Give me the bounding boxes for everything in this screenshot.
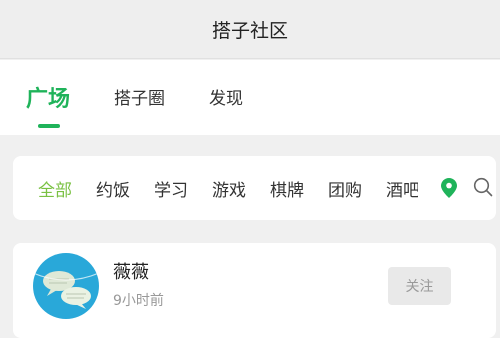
filter-board-games[interactable]: 棋牌 <box>270 176 304 201</box>
tab-discover[interactable]: 发现 <box>209 84 243 109</box>
top-tabs: 广场 搭子圈 发现 <box>0 60 500 135</box>
chat-bubbles-avatar-icon <box>33 271 99 309</box>
active-tab-indicator <box>38 124 60 128</box>
user-name[interactable]: 薇薇 <box>113 258 149 284</box>
filter-study[interactable]: 学习 <box>154 176 188 201</box>
filter-games[interactable]: 游戏 <box>212 176 246 201</box>
tab-square[interactable]: 广场 <box>26 81 70 113</box>
search-icon[interactable] <box>473 177 493 197</box>
follow-button[interactable]: 关注 <box>388 267 451 305</box>
filter-all[interactable]: 全部 <box>38 176 72 201</box>
user-avatar[interactable] <box>33 253 99 319</box>
filter-bar[interactable]: 酒吧 <box>386 176 418 201</box>
post-card[interactable]: 薇薇 9小时前 关注 <box>13 243 496 338</box>
post-time: 9小时前 <box>113 293 164 309</box>
location-pin-icon[interactable] <box>441 178 457 198</box>
filter-group-buy[interactable]: 团购 <box>328 176 362 201</box>
tab-partner-circle[interactable]: 搭子圈 <box>114 84 165 109</box>
page-title-bar: 搭子社区 <box>0 0 500 59</box>
category-filter-bar: 全部 约饭 学习 游戏 棋牌 团购 酒吧 <box>13 156 496 220</box>
filter-dining[interactable]: 约饭 <box>96 176 130 201</box>
page-title: 搭子社区 <box>211 19 288 42</box>
